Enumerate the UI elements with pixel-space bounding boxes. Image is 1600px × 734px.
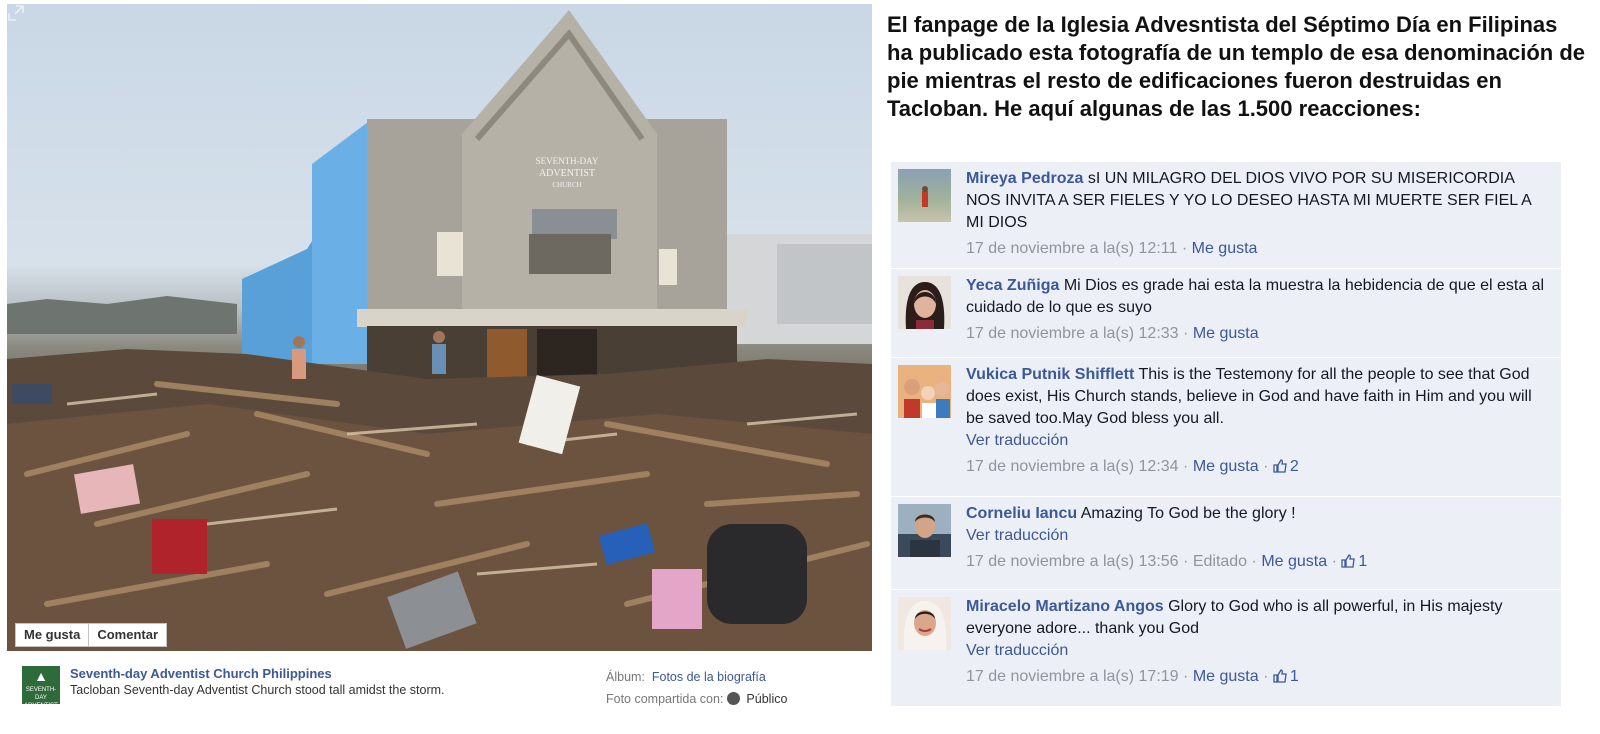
adventist-logo-icon: ▲ <box>34 668 48 684</box>
like-count[interactable]: 2 <box>1273 458 1299 475</box>
comment-item: Miracelo Martizano Angos Glory to God wh… <box>891 590 1561 707</box>
comment-item: Yeca Zuñiga Mi Dios es grade hai esta la… <box>891 269 1561 358</box>
photo-meta: Álbum: Fotos de la biografía Foto compar… <box>606 666 787 710</box>
thumbs-up-icon <box>1341 554 1356 568</box>
avatar[interactable] <box>898 504 951 557</box>
comment-author[interactable]: Mireya Pedroza <box>966 170 1083 187</box>
expand-icon[interactable] <box>7 4 25 22</box>
comment-date[interactable]: 17 de noviembre a la(s) 17:19 <box>966 668 1179 685</box>
translate-link[interactable]: Ver traducción <box>966 525 1551 547</box>
comment-like-link[interactable]: Me gusta <box>1193 668 1259 685</box>
avatar[interactable] <box>898 365 951 418</box>
shared-label: Foto compartida con: <box>606 692 724 706</box>
translate-link[interactable]: Ver traducción <box>966 640 1551 662</box>
post-photo[interactable]: SEVENTH-DAY ADVENTIST CHURCH Me gusta Co… <box>7 4 872 651</box>
comment-like-link[interactable]: Me gusta <box>1193 458 1259 475</box>
photo-caption: ▲ SEVENTH-DAY ADVENTIST CHURCH Seventh-d… <box>22 666 872 726</box>
photo-actions: Me gusta Comentar <box>15 623 168 647</box>
avatar[interactable] <box>898 597 951 650</box>
church-sign-line2: ADVENTIST <box>539 168 595 179</box>
page-name-link[interactable]: Seventh-day Adventist Church Philippines <box>70 666 332 681</box>
globe-icon <box>727 692 741 705</box>
comment-author[interactable]: Vukica Putnik Shifflett <box>966 366 1134 383</box>
headline: El fanpage de la Iglesia Advesntista del… <box>887 12 1585 121</box>
photo-illustration: SEVENTH-DAY ADVENTIST CHURCH <box>7 10 872 651</box>
comment-date[interactable]: 17 de noviembre a la(s) 12:11 <box>966 240 1177 257</box>
thumbs-up-icon <box>1273 669 1287 683</box>
photo-description: Tacloban Seventh-day Adventist Church st… <box>70 683 445 697</box>
comment-text: Amazing To God be the glory ! <box>1080 505 1296 522</box>
avatar[interactable] <box>898 276 951 329</box>
edited-label[interactable]: Editado <box>1193 553 1247 570</box>
album-label: Álbum: <box>606 670 645 684</box>
like-count[interactable]: 1 <box>1273 668 1299 685</box>
translate-link[interactable]: Ver traducción <box>966 430 1551 452</box>
privacy-label[interactable]: Público <box>746 692 787 706</box>
comment-date[interactable]: 17 de noviembre a la(s) 12:34 <box>966 458 1179 475</box>
comment-item: Corneliu Iancu Amazing To God be the glo… <box>891 497 1561 590</box>
album-link[interactable]: Fotos de la biografía <box>652 670 766 684</box>
thumbs-up-icon <box>1273 459 1287 473</box>
comment-item: Vukica Putnik Shifflett This is the Test… <box>891 358 1561 497</box>
page-logo[interactable]: ▲ SEVENTH-DAY ADVENTIST CHURCH <box>22 666 60 717</box>
like-count[interactable]: 1 <box>1341 553 1367 570</box>
avatar[interactable] <box>898 169 951 222</box>
church-sign-line1: SEVENTH-DAY <box>536 156 599 166</box>
comment-author[interactable]: Yeca Zuñiga <box>966 277 1059 294</box>
comment-author[interactable]: Corneliu Iancu <box>966 505 1077 522</box>
comment-date[interactable]: 17 de noviembre a la(s) 12:33 <box>966 325 1179 342</box>
comment-date[interactable]: 17 de noviembre a la(s) 13:56 <box>966 553 1179 570</box>
church-sign-line3: CHURCH <box>552 181 581 189</box>
comment-like-link[interactable]: Me gusta <box>1261 553 1327 570</box>
comment-like-link[interactable]: Me gusta <box>1193 325 1259 342</box>
comment-like-link[interactable]: Me gusta <box>1192 240 1258 257</box>
comment-item: Mireya Pedroza sI UN MILAGRO DEL DIOS VI… <box>891 162 1561 269</box>
comment-author[interactable]: Miracelo Martizano Angos <box>966 598 1164 615</box>
photo-like-button[interactable]: Me gusta <box>15 623 90 647</box>
photo-comment-button[interactable]: Comentar <box>89 623 168 647</box>
